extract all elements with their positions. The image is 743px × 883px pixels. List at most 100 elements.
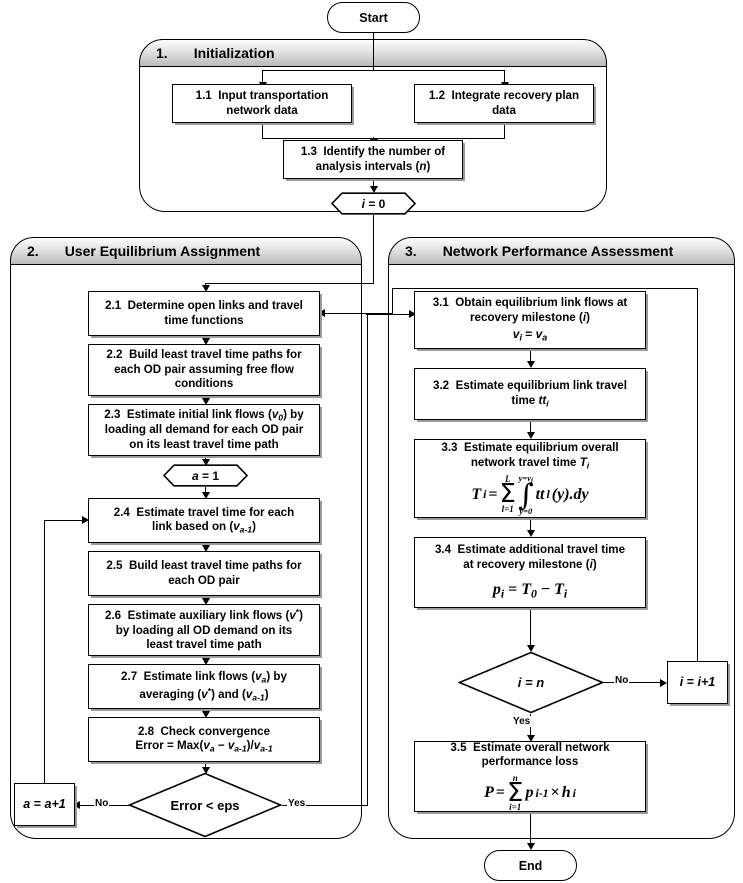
- box-2-3-number: 2.3: [104, 407, 121, 421]
- box-2-5-line1: Build least travel time paths for: [128, 559, 302, 573]
- section-3-header: 3. Network Performance Assessment: [388, 237, 735, 265]
- formula-3-5-h-sub: i: [572, 785, 576, 800]
- box-i-increment: i = i+1: [667, 661, 728, 704]
- formula-3-5-eq: =: [495, 783, 505, 801]
- box-2-8-v2sub: a-1: [234, 743, 247, 754]
- connector-start-down: [373, 33, 375, 70]
- box-2-5-line2: each OD pair: [168, 573, 240, 587]
- box-2-5-number: 2.5: [106, 559, 123, 573]
- section-2-header: 2. User Equilibrium Assignment: [10, 237, 362, 265]
- connector-3-4-out: [530, 608, 532, 649]
- connector-i-inc-left: [392, 287, 698, 289]
- section-3-title: Network Performance Assessment: [442, 243, 674, 259]
- box-2-7-sub2: a-1: [252, 691, 265, 702]
- box-3-1: 3.1 Obtain equilibrium link flows at rec…: [414, 291, 646, 349]
- box-3-3-var: T: [579, 455, 587, 469]
- start-label: Start: [359, 10, 388, 25]
- box-3-1-number: 3.1: [432, 296, 449, 310]
- box-2-2-number: 2.2: [106, 348, 123, 362]
- box-2-4: 2.4 Estimate travel time for each link b…: [88, 498, 320, 543]
- formula-3-5-h: h: [561, 783, 571, 801]
- box-2-1-line2: time functions: [164, 313, 244, 327]
- box-3-2-line2a: time: [511, 393, 539, 407]
- connector-merge-bar-1: [262, 137, 505, 139]
- formula-3-3-body-rest: (y).dy: [551, 485, 589, 503]
- box-2-8-line2b: )/: [246, 739, 254, 753]
- formula-3-4-ti-sub: i: [563, 586, 568, 601]
- formula-3-4-minus: −: [536, 581, 555, 599]
- box-2-8-line1: Check convergence: [160, 724, 271, 738]
- formula-3-4-eq: =: [504, 581, 522, 599]
- box-2-3-line3: on its least travel time path: [129, 437, 279, 451]
- formula-3-5-sigma-bottom: i=1: [509, 802, 522, 813]
- box-3-4-number: 3.4: [434, 543, 452, 557]
- formula-3-3-lhs: T: [471, 485, 482, 503]
- start-terminal: Start: [327, 2, 420, 33]
- connector-i-inc-down: [392, 288, 394, 313]
- sigma-glyph: Σ: [499, 479, 516, 510]
- formula-3-5-body: p: [525, 783, 534, 801]
- box-3-3: 3.3 Estimate equilibrium overall network…: [414, 439, 646, 518]
- decision-i-n-rest: = n: [521, 675, 545, 690]
- box-1-3-number: 1.3: [300, 145, 317, 159]
- box-2-7: 2.7 Estimate link flows (va) by averagin…: [88, 664, 320, 709]
- box-i-inc-rest: +1: [700, 674, 716, 689]
- formula-3-3-sigma-bottom: l=1: [501, 504, 514, 515]
- box-2-2-line2: each OD pair assuming free flow: [114, 362, 294, 376]
- box-2-1: 2.1 Determine open links and travel time…: [88, 291, 320, 336]
- section-2-title: User Equilibrium Assignment: [64, 243, 261, 259]
- box-1-1-number: 1.1: [195, 89, 212, 103]
- formula-3-3-body-sub: l: [546, 487, 550, 502]
- box-2-2-line3: conditions: [174, 377, 234, 391]
- box-2-1-number: 2.1: [105, 299, 122, 313]
- box-2-6-number: 2.6: [105, 609, 122, 623]
- label-error-yes: Yes: [287, 798, 307, 809]
- box-3-3-line1: Estimate equilibrium overall: [463, 441, 619, 455]
- box-2-7-line1a: Estimate link flows (: [143, 670, 256, 684]
- box-1-2-line2: data: [492, 103, 516, 117]
- box-2-4-line2a: link based on (: [152, 520, 234, 534]
- box-i-inc-mid: =: [683, 674, 698, 689]
- box-3-2-line1: Estimate equilibrium link travel: [455, 379, 627, 393]
- box-2-7-mid: ) and (: [211, 687, 246, 701]
- box-2-8-line2a: Error = Max(: [135, 739, 204, 753]
- box-2-1-line1: Determine open links and travel: [127, 299, 303, 313]
- box-3-2: 3.2 Estimate equilibrium link travel tim…: [414, 368, 646, 420]
- formula-3-3-int-bottom: y=0: [519, 506, 533, 517]
- box-3-5-formula: P = n Σ i=1 p i-1 × h i: [419, 773, 641, 813]
- box-1-3: 1.3 Identify the number of analysis inte…: [283, 140, 463, 179]
- box-3-1-line1: Obtain equilibrium link flows at: [455, 296, 628, 310]
- box-2-4-number: 2.4: [113, 505, 130, 519]
- section-1-title: Initialization: [193, 45, 275, 61]
- box-2-6-line2: by loading all OD demand on its: [115, 623, 293, 637]
- connector-i-n-no: [604, 682, 662, 684]
- box-1-3-line2: analysis intervals (: [315, 159, 420, 173]
- box-3-5-line2: performance loss: [481, 755, 579, 769]
- decision-error-lt-eps: Error < eps: [128, 772, 282, 838]
- arrow-to-3-4: [526, 530, 535, 537]
- box-3-5-line1: Estimate overall network: [472, 740, 610, 754]
- box-3-4-line2a: at recovery milestone (: [463, 557, 590, 571]
- box-1-2: 1.2 Integrate recovery plan data: [414, 84, 594, 123]
- box-1-1-line2: network data: [226, 103, 298, 117]
- label-i-n-no: No: [614, 675, 630, 686]
- connector-a-inc-up: [44, 520, 46, 783]
- box-2-3-line1b: ) by: [283, 407, 304, 421]
- hex-i-equals-0: i = 0: [331, 192, 416, 215]
- box-3-1-eq-rhs-sub: a: [542, 332, 548, 343]
- end-label: End: [518, 858, 543, 873]
- formula-3-3-lhs-sub: i: [483, 487, 487, 502]
- box-3-4: 3.4 Estimate additional travel time at r…: [414, 537, 646, 608]
- box-3-3-formula: Ti = L Σ l=1 y=vi ∫ y=0 tt l (y).dy: [419, 473, 641, 517]
- box-2-8: 2.8 Check convergence Error = Max(va − v…: [88, 717, 320, 762]
- connector-i-inc-up: [697, 288, 699, 661]
- formula-3-5-sigma: n Σ i=1: [507, 773, 523, 813]
- box-3-3-line2a: network travel time: [470, 455, 580, 469]
- box-1-2-line1: Integrate recovery plan: [451, 89, 580, 103]
- arrow-to-3-3: [526, 432, 535, 439]
- box-1-3-line2b: ): [426, 159, 431, 173]
- box-2-4-line2b: ): [252, 520, 256, 534]
- decision-i-equals-n: i = n: [458, 651, 604, 714]
- connector-i-inc-to-2-1: [325, 312, 393, 314]
- box-3-1-line2b: ): [586, 310, 590, 324]
